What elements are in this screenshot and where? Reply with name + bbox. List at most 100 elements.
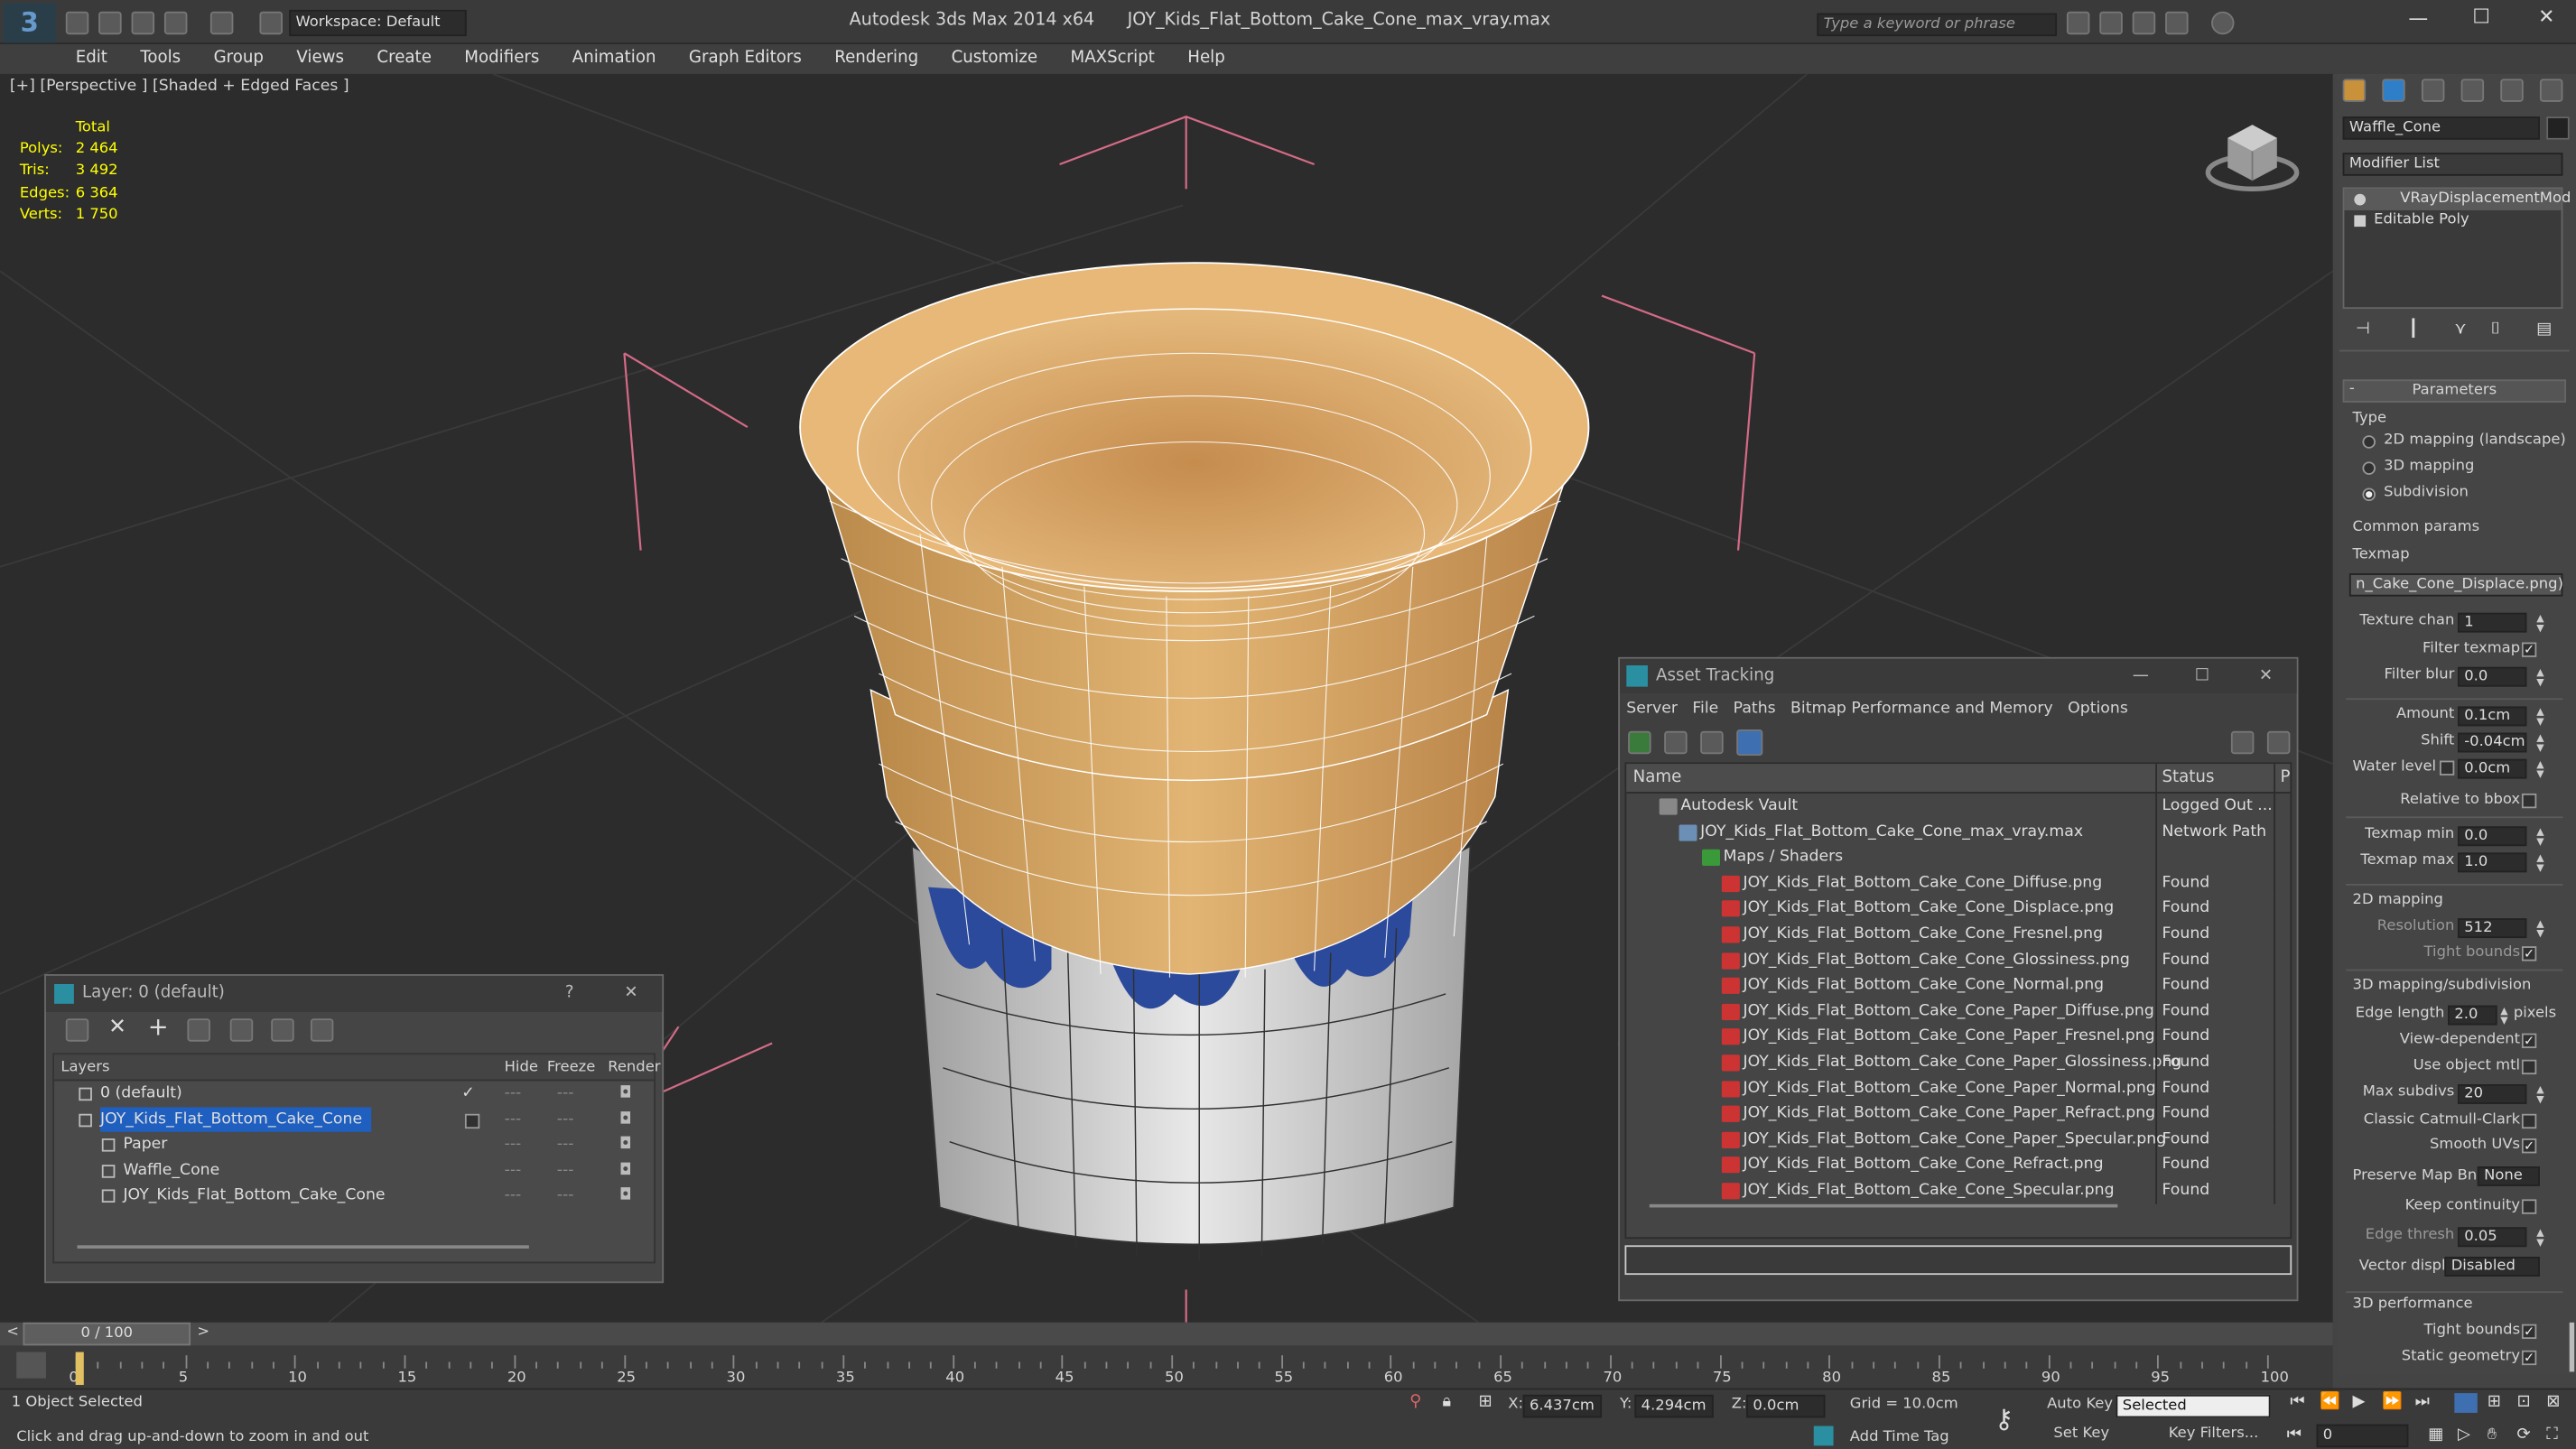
layer-row[interactable]: JOY_Kids_Flat_Bottom_Cake_Cone --- --- ◘: [54, 1106, 654, 1133]
minimize-button[interactable]: —: [2408, 6, 2428, 29]
render-toggle-icon[interactable]: ◘: [619, 1184, 632, 1209]
next-frame-arrow-icon[interactable]: >: [197, 1324, 209, 1341]
go-to-start-icon[interactable]: ⏮: [2290, 1393, 2304, 1411]
asset-settings-icon[interactable]: [2266, 730, 2291, 755]
preserve-map-bnd-dropdown[interactable]: None: [2477, 1166, 2540, 1186]
smooth-uvs-checkbox[interactable]: ✓: [2521, 1138, 2537, 1154]
menu-rendering[interactable]: Rendering: [818, 44, 935, 74]
asset-row[interactable]: JOY_Kids_Flat_Bottom_Cake_Cone_Paper_Spe…: [1626, 1126, 2290, 1153]
zoom-all-icon[interactable]: ⊞: [2488, 1393, 2501, 1411]
spinner-icon[interactable]: ▲ ▼: [2536, 853, 2543, 874]
orbit-icon[interactable]: ⟳: [2516, 1426, 2530, 1444]
spinner-icon[interactable]: ▲ ▼: [2536, 733, 2543, 754]
search-input[interactable]: Type a keyword or phrase: [1817, 13, 2058, 37]
layer-name[interactable]: Waffle_Cone: [123, 1157, 219, 1183]
hide-toggle-icon[interactable]: ---: [505, 1184, 522, 1209]
asset-name[interactable]: JOY_Kids_Flat_Bottom_Cake_Cone_Paper_Nor…: [1743, 1075, 2155, 1101]
max-subdivs-field[interactable]: 20: [2457, 1084, 2527, 1104]
hierarchy-tab-icon[interactable]: [2421, 79, 2445, 102]
prev-frame-arrow-icon[interactable]: <: [6, 1324, 19, 1341]
layer-row[interactable]: 0 (default) --- --- ◘ ✓: [54, 1081, 654, 1106]
binoculars-icon[interactable]: [2066, 11, 2090, 35]
maximize-viewport-icon[interactable]: ⛶: [2546, 1426, 2558, 1444]
layer-name[interactable]: 0 (default): [100, 1081, 182, 1106]
tight-bounds-3d-checkbox[interactable]: ✓: [2521, 1324, 2537, 1340]
freeze-toggle-icon[interactable]: ---: [557, 1107, 574, 1132]
asset-name[interactable]: JOY_Kids_Flat_Bottom_Cake_Cone_max_vray.…: [1700, 819, 2083, 844]
asset-row[interactable]: JOY_Kids_Flat_Bottom_Cake_Cone_Fresnel.p…: [1626, 921, 2290, 948]
command-panel-scrollbar[interactable]: [2569, 1322, 2575, 1372]
zoom-extents-all-icon[interactable]: ⊠: [2546, 1393, 2560, 1411]
asset-name[interactable]: JOY_Kids_Flat_Bottom_Cake_Cone_Paper_Ref…: [1743, 1101, 2155, 1126]
asset-row[interactable]: JOY_Kids_Flat_Bottom_Cake_Cone_Displace.…: [1626, 896, 2290, 922]
remove-modifier-icon[interactable]: ⌷: [2490, 320, 2500, 339]
set-key-icon[interactable]: ⚷: [1995, 1403, 2013, 1435]
water-level-checkbox[interactable]: [2439, 760, 2455, 776]
refresh-icon[interactable]: [1628, 730, 1651, 755]
highlight-layer-icon[interactable]: [229, 1018, 254, 1042]
freeze-toggle-icon[interactable]: ---: [557, 1157, 574, 1183]
key-filter-selection-dropdown[interactable]: Selected: [2116, 1394, 2271, 1418]
key-mode-icon[interactable]: ⏮: [2287, 1426, 2302, 1444]
show-end-result-icon[interactable]: ┃: [2408, 320, 2418, 339]
spinner-icon[interactable]: ▲ ▼: [2536, 1228, 2543, 1249]
col-path[interactable]: P: [2280, 769, 2290, 787]
asset-row[interactable]: JOY_Kids_Flat_Bottom_Cake_Cone_max_vray.…: [1626, 819, 2290, 845]
pin-stack-icon[interactable]: ⊣: [2356, 320, 2370, 339]
z-coordinate-field[interactable]: 0.0cm: [1746, 1394, 1826, 1418]
asset-row[interactable]: Autodesk Vault Logged Out ...: [1626, 793, 2290, 820]
create-tab-icon[interactable]: [2342, 79, 2367, 102]
delete-layer-icon[interactable]: ✕: [108, 1016, 126, 1040]
asset-name[interactable]: JOY_Kids_Flat_Bottom_Cake_Cone_Fresnel.p…: [1743, 922, 2103, 947]
layer-row[interactable]: Paper --- --- ◘: [54, 1132, 654, 1157]
asset-name[interactable]: JOY_Kids_Flat_Bottom_Cake_Cone_Specular.…: [1743, 1178, 2114, 1203]
maximize-button[interactable]: ☐: [2472, 5, 2490, 27]
render-toggle-icon[interactable]: ◘: [619, 1132, 632, 1157]
asset-row[interactable]: JOY_Kids_Flat_Bottom_Cake_Cone_Specular.…: [1626, 1177, 2290, 1203]
menu-tools[interactable]: Tools: [124, 44, 197, 74]
asset-menu-paths[interactable]: Paths: [1734, 700, 1776, 718]
modifier-stack-item[interactable]: VRayDisplacementMod: [2344, 189, 2571, 210]
menu-help[interactable]: Help: [1171, 44, 1242, 74]
communication-icon[interactable]: [2099, 11, 2123, 35]
project-folder-icon[interactable]: [259, 11, 283, 35]
asset-row[interactable]: JOY_Kids_Flat_Bottom_Cake_Cone_Paper_Fre…: [1626, 1024, 2290, 1050]
layer-name[interactable]: JOY_Kids_Flat_Bottom_Cake_Cone: [123, 1184, 385, 1209]
time-config-icon[interactable]: ▦: [2428, 1426, 2443, 1444]
filter-texmap-checkbox[interactable]: ✓: [2521, 642, 2537, 657]
field-of-view-icon[interactable]: ▷: [2458, 1426, 2470, 1444]
resolution-field[interactable]: 512: [2457, 918, 2527, 939]
asset-name[interactable]: JOY_Kids_Flat_Bottom_Cake_Cone_Paper_Glo…: [1743, 1050, 2181, 1075]
parameters-rollout-header[interactable]: Parameters -: [2342, 379, 2567, 403]
detail-view-icon[interactable]: [1700, 730, 1724, 755]
open-file-icon[interactable]: [98, 11, 122, 35]
exchange-icon[interactable]: [2132, 11, 2156, 35]
freeze-all-icon[interactable]: [310, 1018, 334, 1042]
spinner-icon[interactable]: ▲ ▼: [2536, 919, 2543, 940]
set-active-layer-icon[interactable]: [464, 1113, 480, 1129]
time-tag-icon[interactable]: [1813, 1426, 1834, 1446]
asset-row[interactable]: JOY_Kids_Flat_Bottom_Cake_Cone_Normal.pn…: [1626, 972, 2290, 999]
object-name-field[interactable]: Waffle_Cone: [2342, 116, 2540, 140]
asset-minimize-button[interactable]: —: [2133, 659, 2149, 693]
asset-help-icon[interactable]: [2230, 730, 2255, 755]
modify-tab-icon[interactable]: [2382, 79, 2405, 102]
prev-frame-icon[interactable]: ⏪: [2320, 1393, 2340, 1411]
asset-name[interactable]: JOY_Kids_Flat_Bottom_Cake_Cone_Refract.p…: [1743, 1152, 2103, 1177]
x-coordinate-field[interactable]: 6.437cm: [1522, 1394, 1603, 1418]
asset-menu-server[interactable]: Server: [1626, 700, 1678, 718]
isolate-selection-icon[interactable]: ⚲: [1409, 1393, 1421, 1411]
water-level-field[interactable]: 0.0cm: [2457, 758, 2527, 779]
add-to-layer-icon[interactable]: +: [148, 1012, 169, 1042]
filter-blur-field[interactable]: 0.0: [2457, 666, 2527, 687]
edge-length-field[interactable]: 2.0: [2448, 1005, 2497, 1026]
menu-views[interactable]: Views: [280, 44, 360, 74]
add-time-tag-button[interactable]: Add Time Tag: [1850, 1429, 1949, 1445]
save-file-icon[interactable]: [131, 11, 155, 35]
asset-row[interactable]: JOY_Kids_Flat_Bottom_Cake_Cone_Glossines…: [1626, 947, 2290, 973]
texmap-min-field[interactable]: 0.0: [2457, 826, 2527, 847]
help-icon[interactable]: [2211, 11, 2235, 35]
asset-row[interactable]: JOY_Kids_Flat_Bottom_Cake_Cone_Paper_Ref…: [1626, 1101, 2290, 1127]
favorites-star-icon[interactable]: [2165, 11, 2189, 35]
col-freeze[interactable]: Freeze: [547, 1060, 595, 1076]
